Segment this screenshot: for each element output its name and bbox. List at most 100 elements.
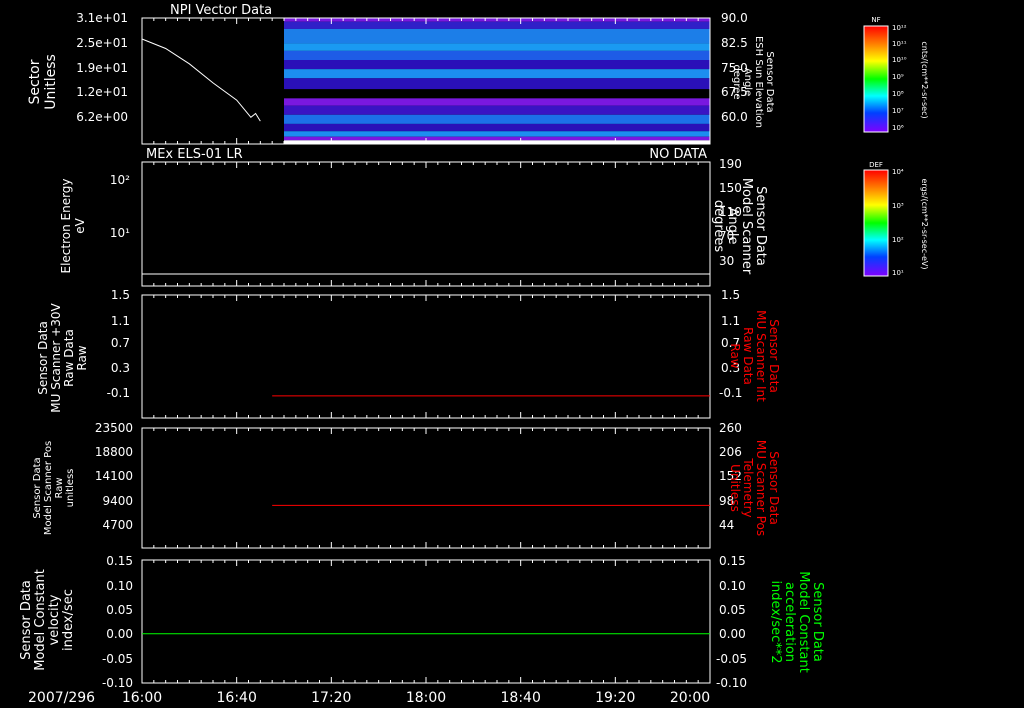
panel-5-ylabel-line-1: Model Constant xyxy=(33,569,48,671)
panel-1-rtick-4: 60.0 xyxy=(721,110,748,124)
panel-3-rtick-4: -0.1 xyxy=(719,386,742,400)
colorbar-nf-tick-4: 10⁸ xyxy=(892,90,904,98)
spectrogram-band-5 xyxy=(284,60,710,70)
panel-5-ytick-3: 0.00 xyxy=(106,627,133,641)
panel-3-ylabel-line-2: Raw Data xyxy=(62,329,76,387)
panel-2-ylabel-line-0: Electron Energy xyxy=(59,178,73,273)
panel-5-rlabel-line-3: index/sec**2 xyxy=(768,580,783,663)
panel-5-ytick-5: -0.10 xyxy=(102,676,133,690)
panel-5-ytick-0: 0.15 xyxy=(106,554,133,568)
colorbar-nf-tick-5: 10⁷ xyxy=(892,107,904,115)
panel-5-rlabel-line-2: acceleration xyxy=(782,582,797,662)
panel-4-ylabel-line-0: Sensor Data xyxy=(32,457,43,518)
panel-3-ylabel-line-0: Sensor Data xyxy=(36,321,50,395)
spectrogram-band-13 xyxy=(284,131,710,137)
panel-5-rtick-5: -0.10 xyxy=(716,676,747,690)
panel-4-rlabel-line-2: Telemetry xyxy=(741,457,755,517)
panel-3-ylabel-line-3: Raw xyxy=(75,345,89,370)
panel-2-rtick-0: 190 xyxy=(719,157,742,171)
spectrogram-band-12 xyxy=(284,123,710,132)
panel-1-ytick-4: 6.2e+00 xyxy=(76,110,128,124)
panel-4-ylabel-line-3: unitless xyxy=(65,469,76,508)
spectrogram-band-10 xyxy=(284,105,710,115)
panel-1-ylabel-line-1: Unitless xyxy=(43,54,59,110)
panel-5-ytick-2: 0.05 xyxy=(106,603,133,617)
panel-3-ylabel-line-1: MU Scanner +30V xyxy=(49,303,63,413)
panel-3-rlabel-line-0: Sensor Data xyxy=(767,319,781,393)
panel-5-rtick-2: 0.05 xyxy=(719,603,746,617)
colorbar-nf-tick-3: 10⁹ xyxy=(892,73,904,81)
spectrogram-band-8 xyxy=(284,89,710,99)
time-axis-date: 2007/296 xyxy=(28,690,95,706)
panel-3-rlabel-line-3: Raw xyxy=(728,343,742,368)
time-tick-label-6: 20:00 xyxy=(670,690,710,706)
colorbar-nf-bar xyxy=(863,25,889,133)
spectrogram-band-7 xyxy=(284,78,710,90)
panel-3-ytick-4: -0.1 xyxy=(107,386,130,400)
spectrogram-band-4 xyxy=(284,50,710,60)
colorbar-def-tick-0: 10⁴ xyxy=(892,168,904,176)
panel-1-ylabel: Sector Unitless xyxy=(27,54,59,110)
panel-1-rlabel-line-1: ESH Sun Elevation xyxy=(753,36,764,128)
panel-5-rtick-0: 0.15 xyxy=(719,554,746,568)
panel-5-rlabel-line-0: Sensor Data xyxy=(810,582,825,662)
panel-1-rlabel-line-3: degree xyxy=(731,64,742,99)
panel-2-status: NO DATA xyxy=(649,147,707,162)
time-tick-label-2: 17:20 xyxy=(311,690,351,706)
panel-3-ytick-0: 1.5 xyxy=(111,288,130,302)
multi-panel-plot: NPI Vector Data 3.1e+01 2.5e+01 1.9e+01 … xyxy=(0,0,1024,708)
panel-1-rlabel-line-2: Angle xyxy=(742,68,753,96)
panel-5-ylabel-line-0: Sensor Data xyxy=(19,580,34,660)
panel-1-rtick-0: 90.0 xyxy=(721,11,748,25)
panel-4-ytick-0: 23500 xyxy=(95,421,133,435)
panel-2-rtick-1: 150 xyxy=(719,181,742,195)
panel-4-rtick-0: 260 xyxy=(719,421,742,435)
panel-1-rlabel-line-0: Sensor Data xyxy=(764,51,775,112)
colorbar-nf-unit: cnts/(cm**2-sr-sec) xyxy=(920,41,929,118)
panel-2-rlabel-line-0: Sensor Data xyxy=(753,186,768,266)
panel-2-ylabel-line-1: eV xyxy=(73,217,87,233)
panel-2-rlabel-line-2: Angle xyxy=(725,208,740,245)
colorbar-def-label: DEF xyxy=(869,161,883,169)
panel-4-ylabel-line-2: Raw xyxy=(54,477,65,498)
panel-2-ytick-1: 10¹ xyxy=(110,226,130,240)
colorbar-def-tick-3: 10¹ xyxy=(892,269,904,277)
panel-3-ytick-2: 0.7 xyxy=(111,336,130,350)
time-tick-label-0: 16:00 xyxy=(122,690,162,706)
panel-5-ytick-1: 0.10 xyxy=(106,579,133,593)
panel-4-rlabel-line-1: MU Scanner Pos xyxy=(754,440,768,536)
panel-1-ytick-0: 3.1e+01 xyxy=(76,11,128,25)
panel-2-ytick-0: 10² xyxy=(110,173,130,187)
panel-1-ytick-1: 2.5e+01 xyxy=(76,36,128,50)
panel-1-ytick-3: 1.2e+01 xyxy=(76,85,128,99)
panel-4-rlabel-line-3: Unitless xyxy=(728,464,742,512)
panel-4-ytick-4: 4700 xyxy=(102,518,133,532)
panel-5-rlabel-line-1: Model Constant xyxy=(796,571,811,673)
panel-3-ytick-3: 0.3 xyxy=(111,361,130,375)
panel-5-ytick-4: -0.05 xyxy=(102,652,133,666)
panel-4-ylabel-line-1: Model Scanner Pos xyxy=(43,441,54,535)
colorbar-nf-label: NF xyxy=(871,16,880,24)
spectrogram-band-2 xyxy=(284,28,710,44)
panel-1-title: NPI Vector Data xyxy=(170,3,272,18)
panel-5-ylabel-line-2: velocity xyxy=(47,594,62,645)
panel-1-ytick-2: 1.9e+01 xyxy=(76,61,128,75)
panel-3-rlabel-line-2: Raw Data xyxy=(741,327,755,385)
panel-1-ylabel-line-0: Sector xyxy=(27,59,43,104)
panel-3-rtick-0: 1.5 xyxy=(721,288,740,302)
spectrogram-band-6 xyxy=(284,69,710,79)
spectrogram-band-3 xyxy=(284,43,710,51)
colorbar-def-unit: ergs/(cm**2-sr-sec-eV) xyxy=(920,178,929,269)
panel-4-ytick-3: 9400 xyxy=(102,494,133,508)
colorbar-nf-tick-1: 10¹¹ xyxy=(892,40,907,48)
colorbar-nf-tick-2: 10¹⁰ xyxy=(892,56,907,64)
panel-2-title: MEx ELS-01 LR xyxy=(146,147,243,162)
panel-4-rlabel-line-0: Sensor Data xyxy=(767,451,781,525)
colorbar-def-bar xyxy=(863,169,889,277)
panel-3-rlabel-line-1: MU Scanner Int xyxy=(754,310,768,402)
panel-5-rtick-3: 0.00 xyxy=(719,627,746,641)
panel-4-rtick-4: 44 xyxy=(719,518,734,532)
colorbar-nf-tick-0: 10¹² xyxy=(892,24,907,32)
spectrogram-band-9 xyxy=(284,98,710,106)
colorbar-def-tick-2: 10² xyxy=(892,236,904,244)
